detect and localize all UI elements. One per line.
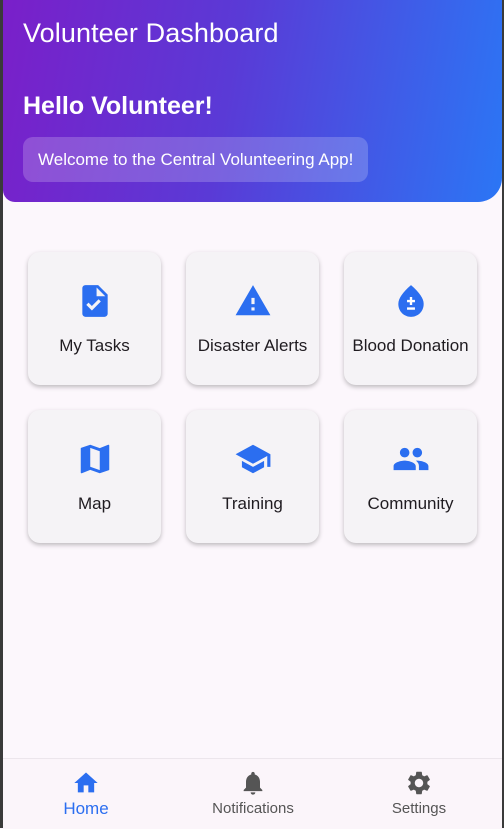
feature-grid: My Tasks Disaster Alerts Blood Donation …	[28, 252, 477, 543]
tile-community[interactable]: Community	[344, 410, 477, 543]
bell-icon	[243, 771, 263, 795]
blood-drop-icon	[397, 285, 424, 317]
tile-label: Training	[222, 494, 283, 513]
warning-icon	[235, 285, 270, 316]
tile-label: My Tasks	[59, 336, 130, 355]
bottom-navigation-bar: Home Notifications Settings	[3, 758, 502, 829]
nav-item-notifications[interactable]: Notifications	[193, 759, 313, 829]
tile-blood-donation[interactable]: Blood Donation	[344, 252, 477, 385]
tile-map[interactable]: Map	[28, 410, 161, 543]
nav-item-home[interactable]: Home	[26, 759, 146, 829]
app-title: Volunteer Dashboard	[23, 18, 279, 48]
tile-my-tasks[interactable]: My Tasks	[28, 252, 161, 385]
greeting-heading: Hello Volunteer!	[23, 92, 213, 120]
tile-label: Blood Donation	[352, 336, 469, 355]
welcome-message: Welcome to the Central Volunteering App!	[38, 149, 354, 169]
tile-training[interactable]: Training	[186, 410, 319, 543]
nav-label: Settings	[391, 800, 447, 817]
graduation-cap-icon	[235, 444, 270, 474]
gear-icon	[408, 771, 430, 795]
tile-disaster-alerts[interactable]: Disaster Alerts	[186, 252, 319, 385]
tile-label: Community	[367, 494, 454, 513]
tile-label: Disaster Alerts	[197, 336, 308, 355]
tile-label: Map	[77, 494, 112, 513]
welcome-banner: Welcome to the Central Volunteering App!	[23, 137, 369, 182]
people-icon	[393, 447, 428, 471]
dashboard-header: Volunteer Dashboard Hello Volunteer! Wel…	[3, 0, 502, 202]
task-document-icon	[81, 285, 108, 317]
map-icon	[80, 444, 109, 474]
nav-label: Home	[63, 799, 109, 818]
nav-label: Notifications	[212, 800, 294, 817]
home-icon	[74, 772, 98, 793]
nav-item-settings[interactable]: Settings	[359, 759, 479, 829]
